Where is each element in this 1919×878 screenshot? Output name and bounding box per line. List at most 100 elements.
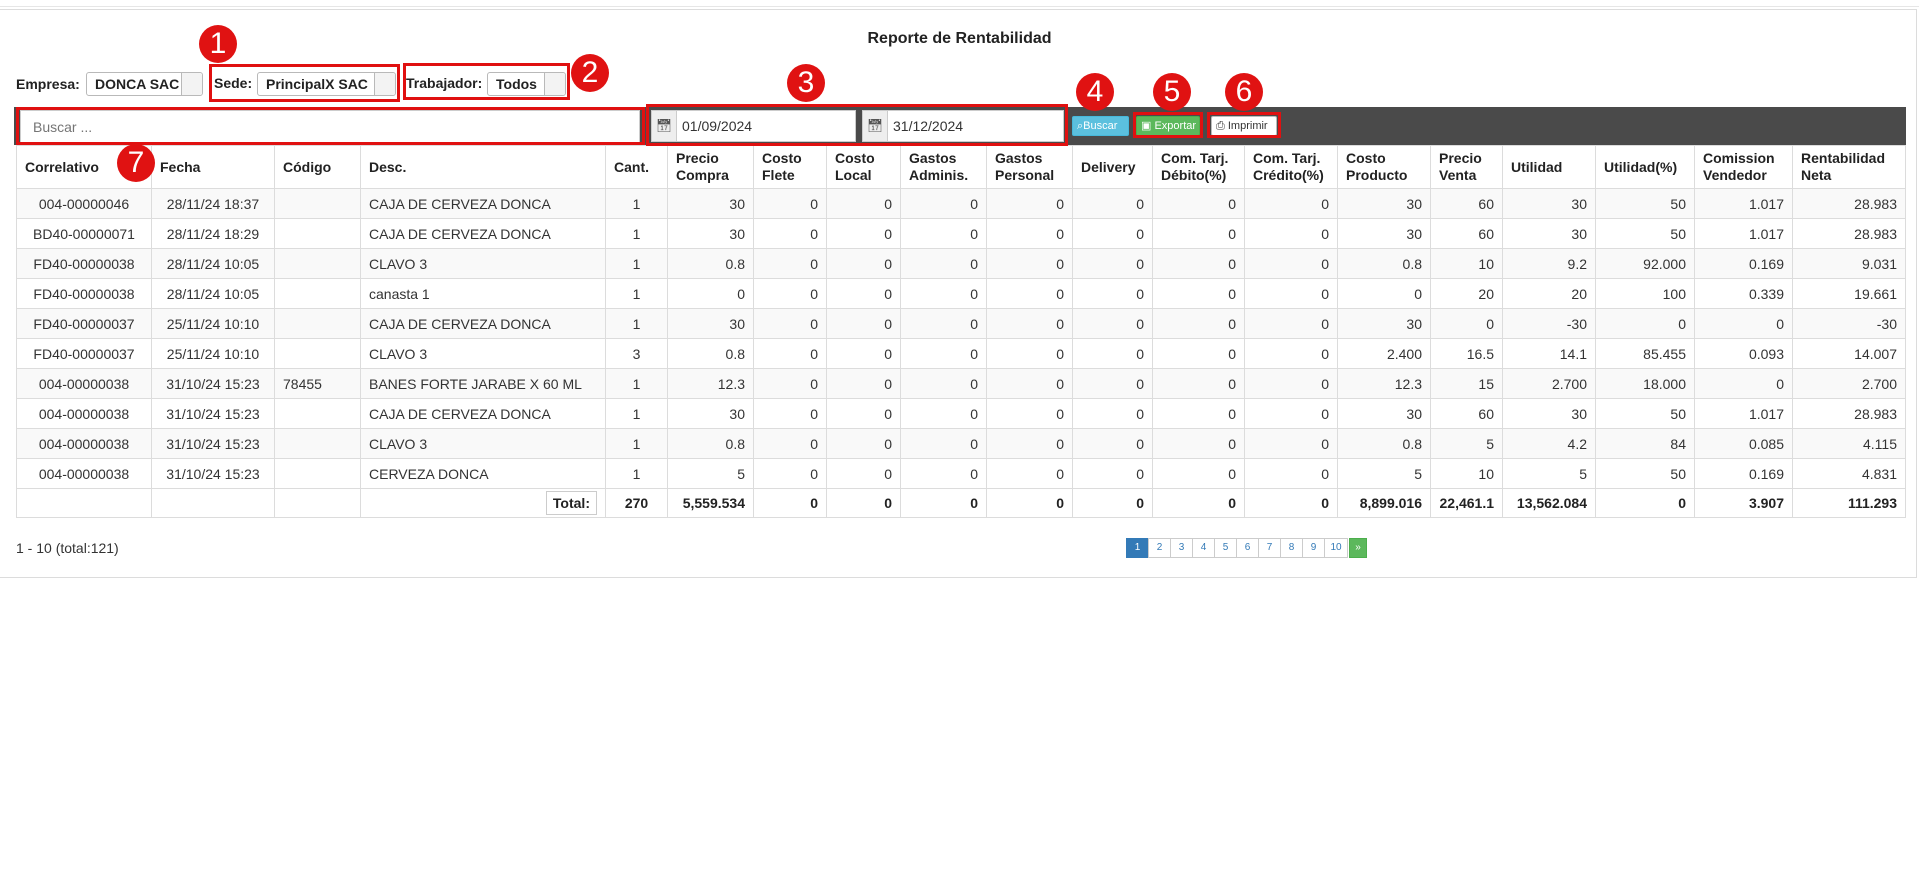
table-cell: 31/10/24 15:23 [151, 398, 275, 429]
table-cell: 0 [986, 398, 1073, 429]
table-cell: 004-00000038 [16, 368, 152, 399]
table-cell: 14.1 [1502, 338, 1596, 369]
table-cell: 0 [900, 338, 987, 369]
table-cell: 2.700 [1502, 368, 1596, 399]
col-header[interactable]: Costo Producto [1337, 145, 1431, 189]
col-header[interactable]: Cant. [605, 145, 668, 189]
total-cell-empty [16, 488, 152, 518]
page-title: Reporte de Rentabilidad [867, 30, 1052, 47]
table-cell: 28.983 [1792, 188, 1906, 219]
table-row[interactable]: 004-00000038 31/10/24 15:23 CERVEZA DONCA 1… [16, 458, 1906, 489]
annotation-box-5 [1133, 112, 1203, 138]
col-header[interactable]: Utilidad(%) [1595, 145, 1695, 189]
total-cell: 0 [1152, 488, 1245, 518]
table-row[interactable]: FD40-00000038 28/11/24 10:05 CLAVO 3 1 0.8 0 0… [16, 248, 1906, 279]
table-cell: 4.2 [1502, 428, 1596, 459]
col-header[interactable]: Com. Tarj. Crédito(%) [1244, 145, 1338, 189]
col-header[interactable]: Utilidad [1502, 145, 1596, 189]
page-link[interactable]: 4 [1192, 538, 1215, 558]
table-cell: 25/11/24 10:10 [151, 338, 275, 369]
table-row[interactable]: FD40-00000038 28/11/24 10:05 canasta 11000… [16, 278, 1906, 309]
page-link[interactable]: 8 [1280, 538, 1303, 558]
table-cell: BANES FORTE JARABE X 60 ML [360, 368, 606, 399]
table-cell: 20 [1430, 278, 1503, 309]
table-row[interactable]: 004-00000038 31/10/24 15:23 78455 BANES FOR… [16, 368, 1906, 399]
table-row[interactable]: FD40-00000037 25/11/24 10:10 CAJA DE CERVE… [16, 308, 1906, 339]
total-cell: 22,461.1 [1430, 488, 1503, 518]
table-cell: CAJA DE CERVEZA DONCA [360, 218, 606, 249]
empresa-label: Empresa: [16, 76, 80, 92]
table-row[interactable]: FD40-00000037 25/11/24 10:10 CLAVO 3 3 0.8 0 0… [16, 338, 1906, 369]
table-cell: 0 [986, 218, 1073, 249]
next-page-button[interactable]: » [1349, 538, 1367, 558]
table-cell: 5 [1337, 458, 1431, 489]
table-cell: 0 [1152, 428, 1245, 459]
table-cell: 004-00000038 [16, 458, 152, 489]
col-header[interactable]: Desc. [360, 145, 606, 189]
col-header[interactable]: Precio Compra [667, 145, 754, 189]
empresa-select[interactable]: DONCA SAC [86, 72, 203, 96]
table-cell: 30 [1337, 398, 1431, 429]
page-link[interactable]: 9 [1302, 538, 1325, 558]
table-cell: 14.007 [1792, 338, 1906, 369]
table-cell: 15 [1430, 368, 1503, 399]
table-cell: 0 [753, 218, 827, 249]
col-header[interactable]: Costo Local [826, 145, 901, 189]
col-header[interactable]: Com. Tarj. Débito(%) [1152, 145, 1245, 189]
table-cell: 0 [900, 218, 987, 249]
table-cell: 16.5 [1430, 338, 1503, 369]
table-cell: FD40-00000038 [16, 248, 152, 279]
page-link[interactable]: 3 [1170, 538, 1193, 558]
table-cell: 28/11/24 18:29 [151, 218, 275, 249]
table-total-row: Total: 270 5,559.534 0 0 0 0 0 0 0 8,899.016 22,46… [16, 488, 1906, 518]
col-header[interactable]: Rentabilidad Neta [1792, 145, 1906, 189]
table-cell: 0 [986, 428, 1073, 459]
col-header[interactable]: Delivery [1072, 145, 1153, 189]
page-link[interactable]: 6 [1236, 538, 1259, 558]
page-link[interactable]: 2 [1148, 538, 1171, 558]
col-header[interactable]: Precio Venta [1430, 145, 1503, 189]
table-cell: 0 [753, 368, 827, 399]
table-cell: 0 [1072, 308, 1153, 339]
col-header[interactable]: Gastos Adminis. [900, 145, 987, 189]
total-cell-empty [274, 488, 361, 518]
col-header[interactable]: Código [274, 145, 361, 189]
table-row[interactable]: 004-00000038 31/10/24 15:23 CAJA DE CERVEZ… [16, 398, 1906, 429]
table-cell [274, 338, 361, 369]
table-cell: 004-00000038 [16, 428, 152, 459]
table-cell: 5 [1502, 458, 1596, 489]
table-cell: 0 [900, 458, 987, 489]
profitability-table: Correlativo Fecha Código Desc. Cant. Pre… [16, 145, 1906, 518]
col-header[interactable]: Comission Vendedor [1694, 145, 1793, 189]
table-cell: 28/11/24 10:05 [151, 248, 275, 279]
table-cell: 0 [753, 398, 827, 429]
page-link[interactable]: 5 [1214, 538, 1237, 558]
table-cell [274, 398, 361, 429]
table-cell: 18.000 [1595, 368, 1695, 399]
table-cell: 0 [900, 398, 987, 429]
table-cell: 60 [1430, 398, 1503, 429]
table-cell: 0 [826, 338, 901, 369]
table-cell: 1.017 [1694, 218, 1793, 249]
table-cell: 10 [1430, 458, 1503, 489]
page-link[interactable]: 7 [1258, 538, 1281, 558]
table-row[interactable]: 004-00000038 31/10/24 15:23 CLAVO 3 1 0.8 0 0 0… [16, 428, 1906, 459]
table-cell: 30 [667, 218, 754, 249]
table-cell: 30 [1337, 308, 1431, 339]
table-row[interactable]: 004-00000046 28/11/24 18:37 CAJA DE CERVEZ… [16, 188, 1906, 219]
col-header[interactable]: Costo Flete [753, 145, 827, 189]
table-cell [274, 188, 361, 219]
table-cell: 0.8 [667, 338, 754, 369]
buscar-button[interactable]: ⌕Buscar [1072, 116, 1129, 136]
page-link[interactable]: 10 [1324, 538, 1348, 558]
table-row[interactable]: BD40-00000071 28/11/24 18:29 CAJA DE CERVE… [16, 218, 1906, 249]
table-cell: CAJA DE CERVEZA DONCA [360, 308, 606, 339]
table-cell: 0 [1152, 458, 1245, 489]
page-link[interactable]: 1 [1126, 538, 1149, 558]
annotation-box-1 [209, 64, 400, 102]
col-header[interactable]: Gastos Personal [986, 145, 1073, 189]
col-header[interactable]: Fecha [151, 145, 275, 189]
table-cell: 0 [1244, 398, 1338, 429]
annotation-box-2 [403, 63, 570, 100]
table-cell: 0 [1072, 218, 1153, 249]
